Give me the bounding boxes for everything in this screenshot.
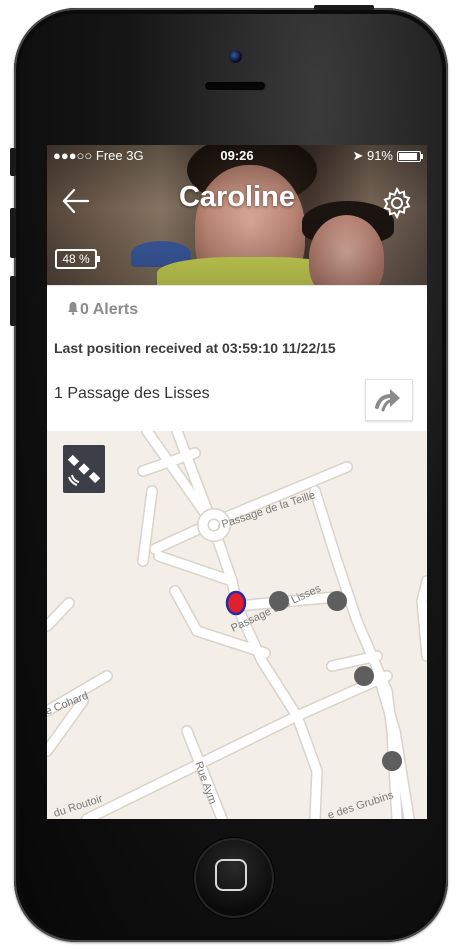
history-point[interactable]	[354, 666, 374, 686]
status-battery-fill	[399, 153, 418, 160]
divider	[47, 285, 427, 286]
earpiece-speaker	[205, 82, 265, 90]
status-battery-icon	[397, 151, 423, 162]
directions-arrow-icon	[375, 389, 400, 412]
status-bar: ●●●○○ Free 3G 09:26 ➤ 91%	[47, 145, 427, 167]
alerts-label[interactable]: 0 Alerts	[67, 301, 138, 319]
info-panel: 0 Alerts Last position received at 03:59…	[47, 285, 427, 431]
volume-down-button	[10, 276, 16, 326]
alerts-count: 0 Alerts	[80, 301, 139, 318]
page-title: Caroline	[178, 181, 296, 213]
front-camera	[229, 50, 242, 63]
bell-icon	[68, 302, 78, 315]
history-point[interactable]	[382, 751, 402, 771]
map-view[interactable]: Passage de la Teille Passage des Lisses …	[47, 431, 427, 819]
mute-switch	[10, 148, 16, 176]
street-label-aymon: Rue Aym	[192, 760, 218, 806]
last-position-text: Last position received at 03:59:10 11/22…	[54, 340, 336, 356]
address-text: 1 Passage des Lisses	[54, 385, 210, 402]
device-battery-badge: 48 %	[55, 249, 100, 269]
home-square-icon	[215, 859, 247, 891]
power-button	[314, 5, 374, 10]
status-battery-text: ➤ 91%	[352, 148, 393, 164]
profile-header: ●●●○○ Free 3G 09:26 ➤ 91% Caroline 48 %	[47, 145, 427, 285]
history-point[interactable]	[327, 591, 347, 611]
street-label-grubins: e des Grubins	[326, 789, 395, 819]
home-button[interactable]	[194, 838, 274, 918]
history-point[interactable]	[269, 591, 289, 611]
current-position-marker[interactable]	[225, 590, 247, 616]
app-screen: ●●●○○ Free 3G 09:26 ➤ 91% Caroline 48 % …	[47, 145, 427, 819]
directions-button[interactable]	[365, 379, 413, 421]
location-arrow-icon: ➤	[352, 148, 364, 163]
satellite-icon	[67, 454, 101, 486]
map-layer-button[interactable]	[63, 445, 105, 493]
volume-up-button	[10, 208, 16, 258]
battery-percent: 91%	[366, 148, 393, 163]
gear-icon[interactable]	[381, 186, 413, 220]
